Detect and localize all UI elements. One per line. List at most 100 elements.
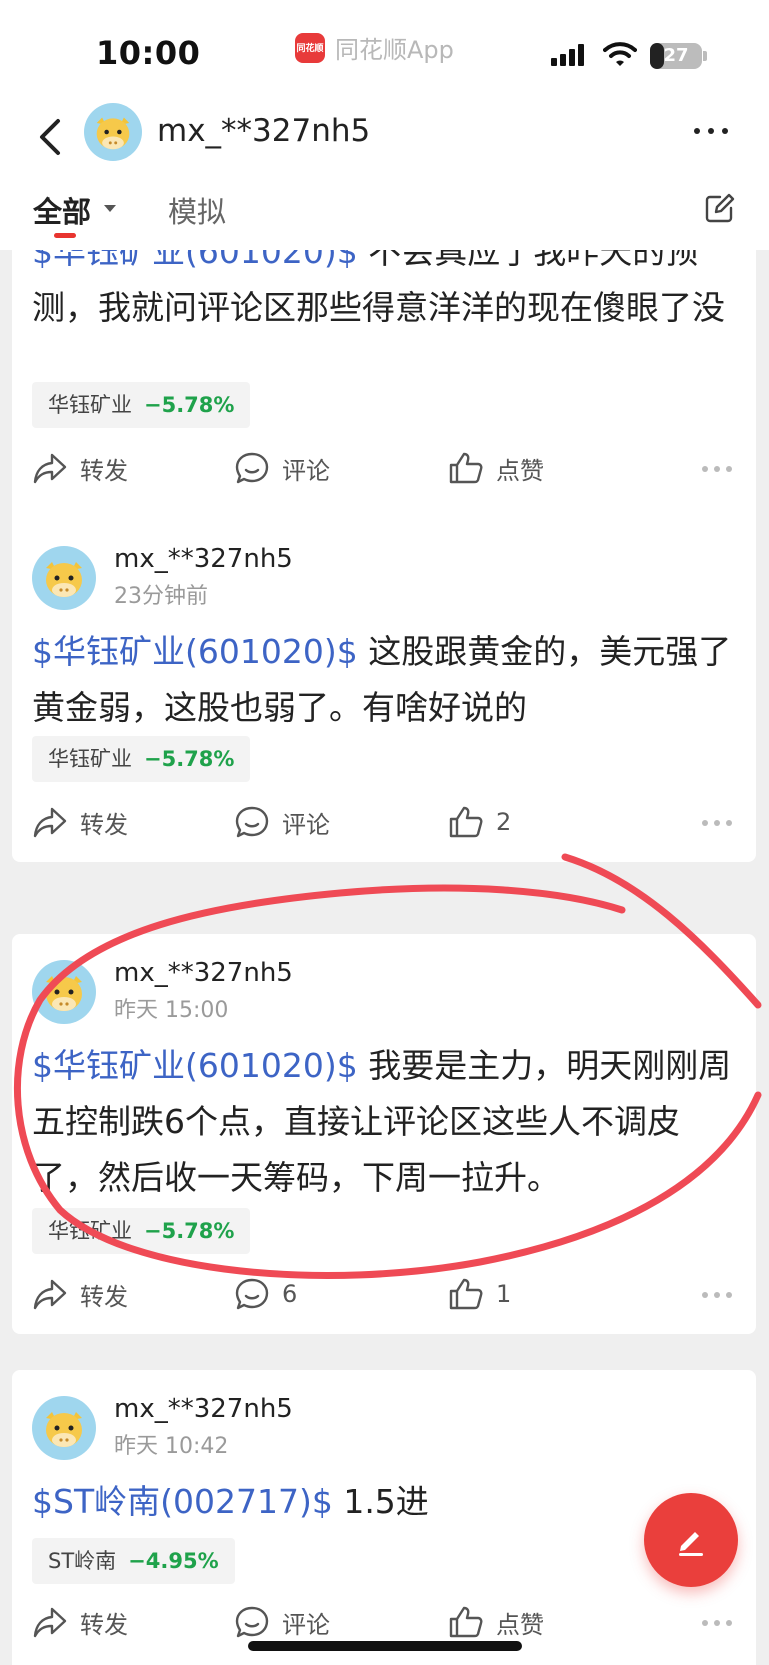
post-actions: 转发 评论 2 [12, 802, 756, 842]
post-more-icon[interactable] [702, 820, 732, 826]
status-bar: 10:00 同花顺 同花顺App 27 [0, 0, 769, 95]
post-text: 1.5进 [332, 1482, 429, 1521]
post-card: $华钰矿业(601020)$ 不会真应了我昨天的预测，我就问评论区那些得意洋洋的… [12, 250, 756, 538]
like-label: 点赞 [496, 456, 544, 485]
like-count: 2 [496, 808, 512, 836]
stock-link[interactable]: $华钰矿业(601020)$ [32, 632, 358, 671]
post-username[interactable]: mx_**327nh5 [114, 1394, 293, 1424]
post-content[interactable]: $华钰矿业(601020)$ 这股跟黄金的，美元强了黄金弱，这股也弱了。有啥好说… [32, 624, 742, 736]
stock-link[interactable]: $华钰矿业(601020)$ [32, 1046, 358, 1085]
app-name: 同花顺App [335, 36, 454, 64]
like-count: 1 [496, 1280, 512, 1308]
stock-tag-name: 华钰矿业 [48, 747, 132, 771]
post-actions: 转发 评论 点赞 [12, 448, 756, 488]
stock-tag[interactable]: ST岭南 −4.95% [32, 1538, 235, 1584]
share-button[interactable]: 转发 [32, 802, 128, 842]
battery-percent: 27 [663, 45, 689, 66]
stock-tag-change: −5.78% [144, 393, 235, 417]
like-button[interactable]: 点赞 [448, 1602, 544, 1642]
post-content[interactable]: $华钰矿业(601020)$ 不会真应了我昨天的预测，我就问评论区那些得意洋洋的… [32, 250, 742, 336]
post-feed[interactable]: $华钰矿业(601020)$ 不会真应了我昨天的预测，我就问评论区那些得意洋洋的… [0, 250, 769, 1665]
comment-icon [235, 452, 269, 484]
edit-icon[interactable] [703, 193, 735, 225]
chevron-down-icon[interactable] [104, 205, 116, 212]
like-icon [449, 806, 483, 838]
comment-count: 6 [282, 1280, 298, 1308]
like-icon [449, 452, 483, 484]
like-label: 点赞 [496, 1610, 544, 1639]
comment-label: 评论 [282, 810, 330, 839]
avatar-cow[interactable] [84, 103, 142, 161]
compose-button[interactable] [644, 1493, 738, 1587]
share-label: 转发 [80, 1610, 128, 1639]
post-content[interactable]: $ST岭南(002717)$ 1.5进 [32, 1474, 742, 1530]
app-logo-icon: 同花顺 [295, 32, 325, 63]
share-button[interactable]: 转发 [32, 1602, 128, 1642]
like-button[interactable]: 1 [448, 1274, 511, 1314]
share-label: 转发 [80, 456, 128, 485]
post-card: mx_**327nh5 昨天 15:00 $华钰矿业(601020)$ 我要是主… [12, 934, 756, 1334]
post-time: 23分钟前 [114, 584, 208, 609]
post-actions: 转发 评论 点赞 [12, 1602, 756, 1642]
compose-icon [679, 1532, 703, 1556]
share-label: 转发 [80, 1282, 128, 1311]
wifi-icon [603, 42, 637, 66]
comment-button[interactable]: 评论 [234, 802, 330, 842]
avatar-cow[interactable] [32, 960, 96, 1024]
status-time: 10:00 [96, 34, 201, 72]
comment-icon [235, 806, 269, 838]
comment-label: 评论 [282, 456, 330, 485]
comment-label: 评论 [282, 1610, 330, 1639]
tab-simulated[interactable]: 模拟 [168, 189, 226, 231]
share-icon [33, 1279, 67, 1310]
app-indicator: 同花顺 同花顺App [295, 30, 454, 65]
stock-tag-change: −5.78% [144, 747, 235, 771]
post-actions: 转发 6 1 [12, 1274, 756, 1314]
like-button[interactable]: 2 [448, 802, 511, 842]
cellular-signal-icon [551, 44, 584, 66]
avatar-cow[interactable] [32, 546, 96, 610]
stock-tag-name: ST岭南 [48, 1549, 117, 1573]
share-label: 转发 [80, 810, 128, 839]
comment-button[interactable]: 评论 [234, 448, 330, 488]
post-more-icon[interactable] [702, 1292, 732, 1298]
battery-icon: 27 [650, 43, 702, 69]
post-content[interactable]: $华钰矿业(601020)$ 我要是主力，明天刚刚周五控制跌6个点，直接让评论区… [32, 1038, 742, 1206]
stock-tag-name: 华钰矿业 [48, 1219, 132, 1243]
post-time: 昨天 10:42 [114, 1434, 229, 1459]
tab-all[interactable]: 全部 [33, 189, 91, 231]
home-indicator[interactable] [248, 1641, 522, 1651]
post-username[interactable]: mx_**327nh5 [114, 544, 293, 574]
like-button[interactable]: 点赞 [448, 448, 544, 488]
post-more-icon[interactable] [702, 466, 732, 472]
share-button[interactable]: 转发 [32, 1274, 128, 1314]
more-icon[interactable] [694, 128, 728, 134]
battery-tip [703, 51, 707, 61]
stock-tag[interactable]: 华钰矿业 −5.78% [32, 736, 251, 782]
stock-tag-change: −4.95% [128, 1549, 219, 1573]
share-icon [33, 807, 67, 838]
share-icon [33, 453, 67, 484]
stock-link[interactable]: $ST岭南(002717)$ [32, 1482, 333, 1521]
stock-tag[interactable]: 华钰矿业 −5.78% [32, 382, 251, 428]
stock-tag-change: −5.78% [144, 1219, 235, 1243]
share-icon [33, 1607, 67, 1638]
post-time: 昨天 15:00 [114, 998, 229, 1023]
header-username: mx_**327nh5 [157, 113, 371, 149]
post-username[interactable]: mx_**327nh5 [114, 958, 293, 988]
share-button[interactable]: 转发 [32, 448, 128, 488]
filter-tabs: 全部 模拟 [0, 175, 769, 250]
stock-tag[interactable]: 华钰矿业 −5.78% [32, 1208, 251, 1254]
stock-link[interactable]: $华钰矿业(601020)$ [32, 250, 358, 271]
post-more-icon[interactable] [702, 1620, 732, 1626]
comment-button[interactable]: 6 [234, 1274, 297, 1314]
comment-icon [235, 1606, 269, 1638]
post-card: mx_**327nh5 昨天 10:42 $ST岭南(002717)$ 1.5进… [12, 1370, 756, 1665]
tab-active-indicator [54, 233, 76, 238]
back-icon[interactable] [34, 115, 68, 159]
comment-button[interactable]: 评论 [234, 1602, 330, 1642]
stock-tag-name: 华钰矿业 [48, 393, 132, 417]
avatar-cow[interactable] [32, 1396, 96, 1460]
post-card: mx_**327nh5 23分钟前 $华钰矿业(601020)$ 这股跟黄金的，… [12, 520, 756, 862]
like-icon [449, 1278, 483, 1310]
